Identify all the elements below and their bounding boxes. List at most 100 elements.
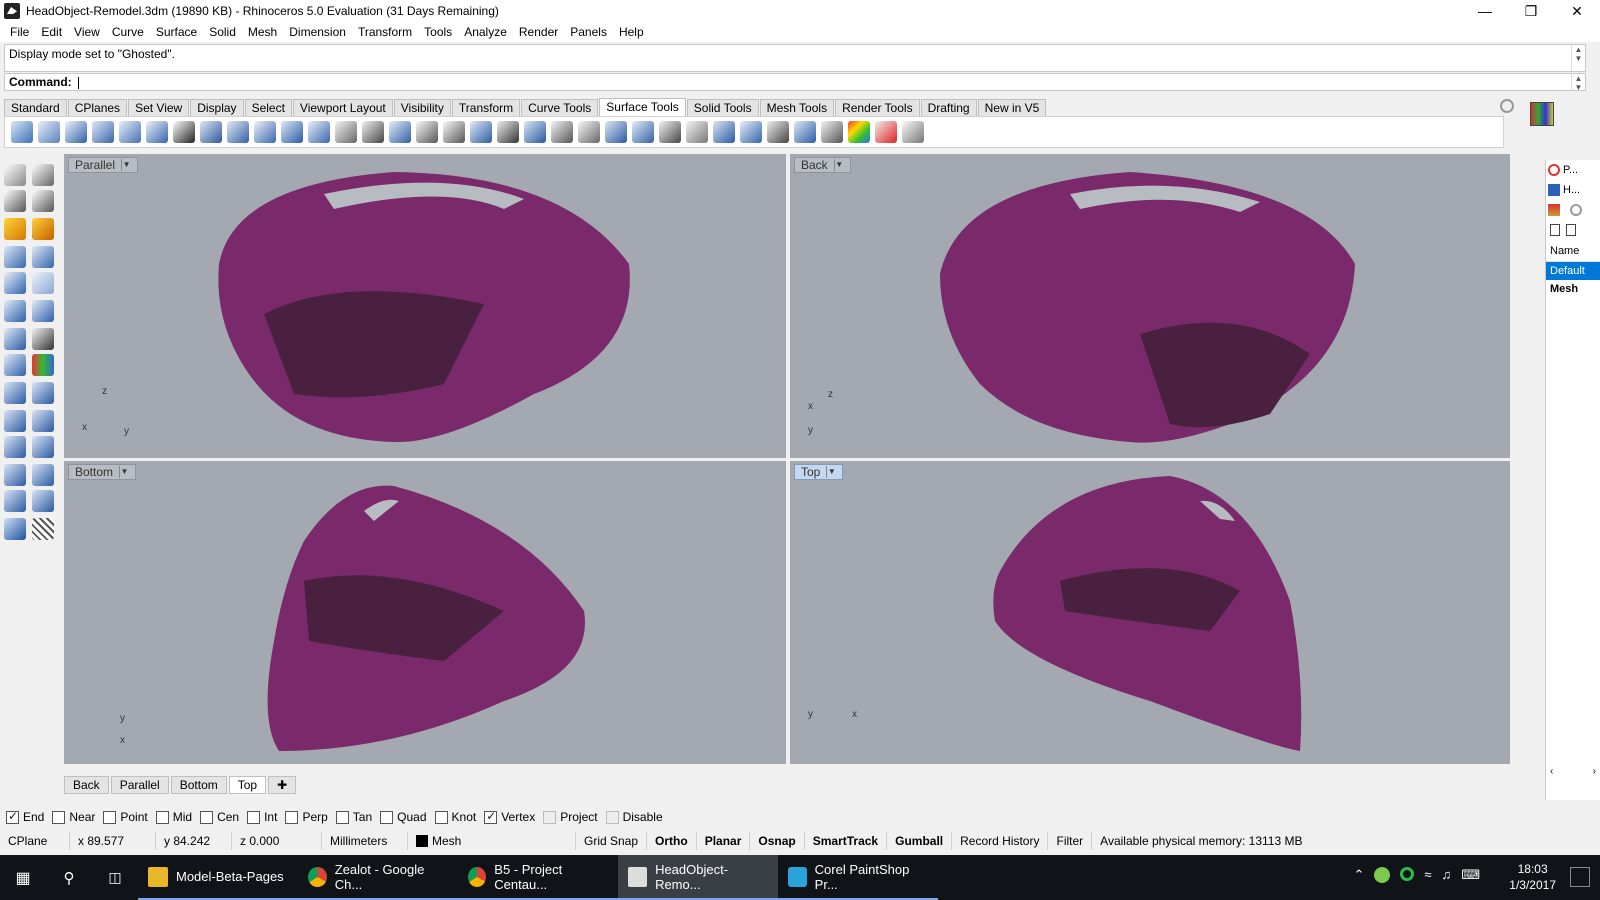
status-layer[interactable]: Mesh	[408, 832, 576, 850]
viewport-label-bottom[interactable]: Bottom ▼	[68, 464, 137, 480]
osnap-cen[interactable]: Cen	[200, 810, 239, 824]
ellipse-icon[interactable]	[4, 272, 26, 294]
select-arrow-icon[interactable]	[4, 164, 26, 186]
rail-revolve-icon[interactable]	[32, 490, 54, 512]
tab-render-tools[interactable]: Render Tools	[835, 99, 920, 116]
osnap-int[interactable]: Int	[247, 810, 277, 824]
taskbar-app-model-beta-pages[interactable]: Model-Beta-Pages	[138, 855, 298, 900]
curve-icon[interactable]	[4, 218, 26, 240]
loft-icon[interactable]	[32, 436, 54, 458]
viewport-tab-parallel[interactable]: Parallel	[110, 776, 169, 794]
new-sublayer-icon[interactable]	[1566, 224, 1576, 236]
taskbar-app-paintshop[interactable]: Corel PaintShop Pr...	[778, 855, 938, 900]
cage-edit-icon[interactable]	[605, 121, 627, 143]
taskbar-app-rhino[interactable]: HeadObject-Remo...	[618, 855, 778, 900]
osnap-project-checkbox[interactable]	[543, 810, 557, 824]
osnap-point[interactable]: Point	[103, 810, 148, 824]
symmetry-icon[interactable]	[659, 121, 681, 143]
fit-surface-icon[interactable]	[416, 121, 438, 143]
solid-edit-icon[interactable]	[32, 382, 54, 404]
tab-mesh-tools[interactable]: Mesh Tools	[759, 99, 835, 116]
refit-trim-icon[interactable]	[470, 121, 492, 143]
adjust-seam-icon[interactable]	[281, 121, 303, 143]
menu-dimension[interactable]: Dimension	[283, 25, 352, 39]
tray-chevron-up-icon[interactable]: ⌃	[1353, 867, 1364, 883]
menu-curve[interactable]: Curve	[106, 25, 150, 39]
variable-fillet-icon[interactable]	[92, 121, 114, 143]
osnap-quad[interactable]: Quad	[380, 810, 427, 824]
status-smarttrack[interactable]: SmartTrack	[805, 832, 888, 850]
status-planar[interactable]: Planar	[697, 832, 751, 850]
edit-surface-icon[interactable]	[794, 121, 816, 143]
status-filter[interactable]: Filter	[1048, 832, 1093, 850]
sweep-icon[interactable]	[4, 436, 26, 458]
menu-view[interactable]: View	[68, 25, 106, 39]
keyboard-icon[interactable]: ⌨	[1461, 867, 1480, 883]
viewport-tab-bottom[interactable]: Bottom	[170, 776, 227, 794]
tab-select[interactable]: Select	[244, 99, 292, 116]
osnap-tan[interactable]: Tan	[335, 810, 372, 824]
line-icon[interactable]	[32, 190, 54, 212]
layer-name-column-header[interactable]: Name	[1546, 240, 1600, 262]
viewport-parallel[interactable]: Parallel ▼ z x y	[64, 154, 786, 458]
solid-surface-icon[interactable]	[632, 121, 654, 143]
tab-new-in-v5[interactable]: New in V5	[977, 99, 1047, 116]
osnap-disable[interactable]: Disable	[605, 810, 663, 824]
status-record-history[interactable]: Record History	[952, 832, 1049, 850]
viewport-icon[interactable]	[4, 518, 26, 540]
curve-from-object-icon[interactable]	[32, 218, 54, 240]
polyline-icon[interactable]	[4, 190, 26, 212]
menu-panels[interactable]: Panels	[564, 25, 613, 39]
network-surface-icon[interactable]	[713, 121, 735, 143]
viewport-tab-top[interactable]: Top	[228, 776, 267, 794]
viewport-bottom[interactable]: Bottom ▼ y x	[64, 461, 786, 764]
osnap-end-checkbox[interactable]	[6, 809, 19, 824]
sweep-1-rail-icon[interactable]	[4, 464, 26, 486]
patch-surface-icon[interactable]	[740, 121, 762, 143]
menu-analyze[interactable]: Analyze	[458, 25, 513, 39]
tab-surface-tools[interactable]: Surface Tools	[599, 98, 686, 116]
remove-knot-icon[interactable]	[578, 121, 600, 143]
status-ortho[interactable]: Ortho	[647, 832, 697, 850]
color-palette-icon[interactable]	[1530, 102, 1554, 126]
unroll-developable-icon[interactable]	[767, 121, 789, 143]
extrude-icon[interactable]	[4, 354, 26, 376]
tab-cplanes[interactable]: CPlanes	[67, 99, 128, 116]
command-scrollbar[interactable]: ▲ ▼	[1571, 74, 1585, 92]
osnap-project[interactable]: Project	[543, 810, 598, 824]
osnap-tan-checkbox[interactable]	[335, 810, 349, 824]
panel-scrollbar[interactable]: ‹ ›	[1546, 766, 1600, 780]
planar-surface-icon[interactable]	[821, 121, 843, 143]
osnap-end[interactable]: End	[6, 809, 44, 824]
taskbar-app-zealot-chrome[interactable]: Zealot - Google Ch...	[298, 855, 458, 900]
tab-display[interactable]: Display	[190, 99, 244, 116]
menu-file[interactable]: File	[4, 25, 35, 39]
osnap-cen-checkbox[interactable]	[200, 810, 214, 824]
variable-chamfer-icon[interactable]	[119, 121, 141, 143]
unroll-surface-icon[interactable]	[308, 121, 330, 143]
layer-row-default[interactable]: Default	[1546, 262, 1600, 280]
command-line[interactable]: Command: ▲ ▼	[4, 73, 1586, 92]
connect-surface-icon[interactable]	[173, 121, 195, 143]
sweep-2-rails-icon[interactable]	[32, 464, 54, 486]
history-scrollbar[interactable]: ▲ ▼	[1571, 45, 1585, 71]
menu-transform[interactable]: Transform	[352, 25, 418, 39]
osnap-near-checkbox[interactable]	[52, 810, 66, 824]
zebra-analysis-icon[interactable]	[902, 121, 924, 143]
cone-icon[interactable]	[4, 410, 26, 432]
osnap-quad-checkbox[interactable]	[380, 810, 394, 824]
osnap-point-checkbox[interactable]	[103, 810, 117, 824]
tab-solid-tools[interactable]: Solid Tools	[686, 99, 759, 116]
point-icon[interactable]	[32, 164, 54, 186]
viewport-back[interactable]: Back ▼ z x y	[790, 154, 1510, 458]
offset-surface-icon[interactable]	[65, 121, 87, 143]
task-view-icon[interactable]: ◫	[92, 855, 138, 900]
make-periodic-icon[interactable]	[497, 121, 519, 143]
osnap-int-checkbox[interactable]	[247, 810, 261, 824]
menu-mesh[interactable]: Mesh	[242, 25, 283, 39]
tab-viewport-layout[interactable]: Viewport Layout	[292, 99, 393, 116]
windows-start-icon[interactable]: ▦	[0, 855, 46, 900]
status-grid-snap[interactable]: Grid Snap	[576, 832, 648, 850]
menu-help[interactable]: Help	[613, 25, 650, 39]
status-units[interactable]: Millimeters	[322, 832, 408, 850]
